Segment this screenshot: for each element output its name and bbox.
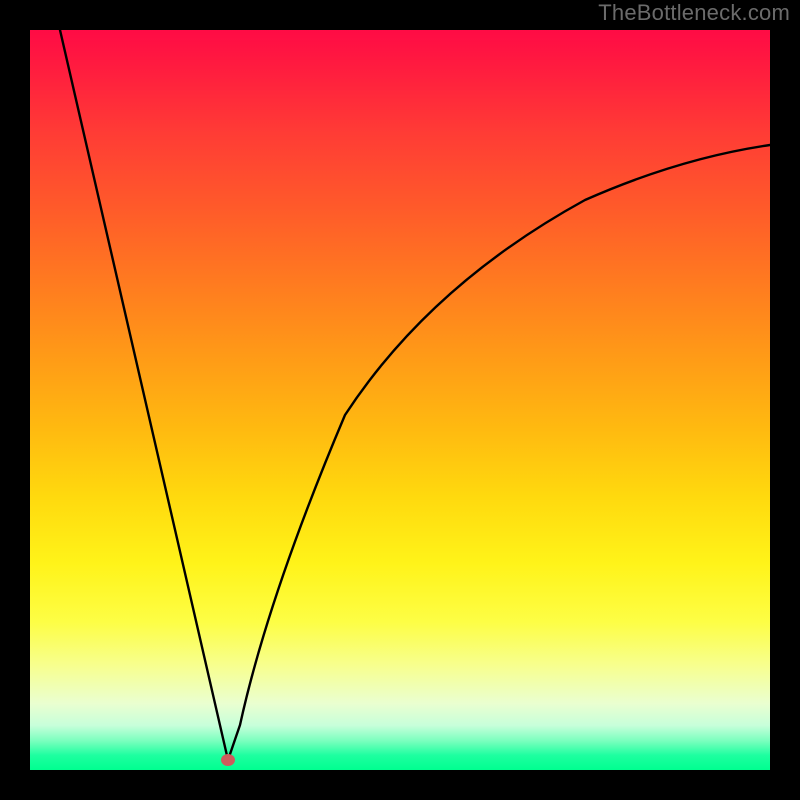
chart-frame: TheBottleneck.com xyxy=(0,0,800,800)
bottleneck-curve xyxy=(30,30,770,770)
optimum-marker xyxy=(221,754,235,766)
plot-area xyxy=(30,30,770,770)
curve-path xyxy=(60,30,770,760)
watermark: TheBottleneck.com xyxy=(598,0,790,26)
